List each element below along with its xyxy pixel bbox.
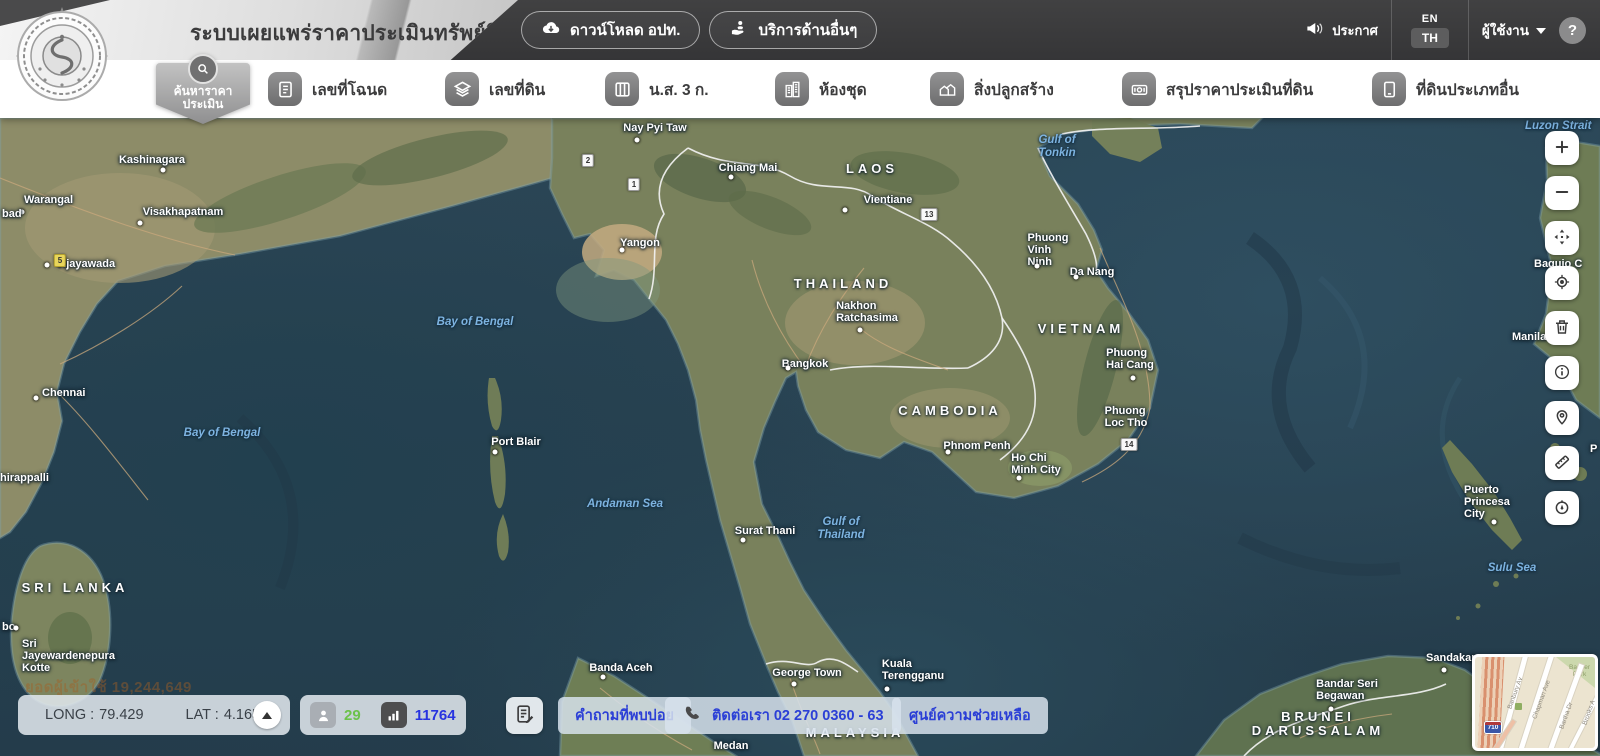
overview-minimap[interactable]: Banner Park Banbury Av Chapman Ave Barth… xyxy=(1472,654,1598,751)
houses-icon xyxy=(930,72,964,106)
zoom-out-icon xyxy=(1553,183,1571,204)
language-switcher: EN TH xyxy=(1405,13,1455,48)
marker-button[interactable] xyxy=(1545,401,1579,435)
megaphone-icon xyxy=(1305,19,1324,41)
treasury-department-seal xyxy=(12,6,112,106)
compass-button[interactable] xyxy=(1545,491,1579,525)
longitude-value: 79.429 xyxy=(99,707,143,723)
measure-button[interactable] xyxy=(1545,446,1579,480)
zoom-in-icon xyxy=(1553,138,1571,159)
locate-button[interactable] xyxy=(1545,266,1579,300)
service-hand-icon xyxy=(729,18,749,42)
zoom-out-button[interactable] xyxy=(1545,176,1579,210)
download-local-gov-button[interactable]: ดาวน์โหลด อปท. xyxy=(521,11,700,49)
coordinates-panel: LONG : 79.429 LAT : 4.165 xyxy=(18,695,290,735)
minimap-road-label: Brooks A xyxy=(1581,699,1596,726)
layers-icon xyxy=(445,72,479,106)
nav-item-ns3k[interactable]: น.ส. 3 ก. xyxy=(605,72,709,106)
measure-icon xyxy=(1553,453,1571,474)
online-users-icon xyxy=(310,702,336,728)
chevron-down-icon xyxy=(1536,28,1546,34)
search-badge-label: ค้นหาราคา ประเมิน xyxy=(156,85,250,111)
triangle-up-icon xyxy=(262,712,272,719)
announcements-button[interactable]: ประกาศ xyxy=(1305,19,1378,41)
visits-count: 11764 xyxy=(415,707,456,724)
pan-icon xyxy=(1553,228,1571,249)
app-window: LAOSTHAILANDVIETNAMCAMBODIASRI LANKAMALA… xyxy=(0,0,1600,756)
latitude-label: LAT : xyxy=(186,707,219,723)
info-button[interactable] xyxy=(1545,356,1579,390)
delete-button[interactable] xyxy=(1545,311,1579,345)
survey-button[interactable] xyxy=(506,697,543,734)
nav-item-land-no[interactable]: เลขที่ดิน xyxy=(445,72,545,106)
search-icon xyxy=(188,54,218,84)
deed-document-icon xyxy=(268,72,302,106)
lang-en-button[interactable]: EN xyxy=(1422,13,1438,25)
longitude-label: LONG : xyxy=(45,707,94,723)
other-services-button[interactable]: บริการด้านอื่นๆ xyxy=(709,11,877,49)
pan-button[interactable] xyxy=(1545,221,1579,255)
map-controls xyxy=(1545,131,1579,525)
map-canvas[interactable]: LAOSTHAILANDVIETNAMCAMBODIASRI LANKAMALA… xyxy=(0,118,1600,756)
nav-item-building[interactable]: สิ่งปลูกสร้าง xyxy=(930,72,1054,106)
header-divider xyxy=(1468,0,1469,60)
lang-th-button[interactable]: TH xyxy=(1411,28,1449,48)
marker-icon xyxy=(1553,408,1571,429)
app-title: ระบบเผยแพร่ราคาประเมินทรัพย์สิน xyxy=(190,17,513,50)
header-divider xyxy=(1391,0,1392,60)
nav-item-other-land[interactable]: ที่ดินประเภทอื่น xyxy=(1372,72,1519,106)
contact-us-button[interactable]: ติดต่อเรา 02 270 0360 - 63 xyxy=(665,697,901,734)
land-grid-icon xyxy=(605,72,639,106)
help-button[interactable]: ? xyxy=(1559,17,1586,44)
search-assessment-badge[interactable]: ค้นหาราคา ประเมิน xyxy=(156,54,250,124)
header-bar: ระบบเผยแพร่ราคาประเมินทรัพย์สิน ดาวน์โหล… xyxy=(0,0,1600,60)
compass-icon xyxy=(1553,498,1571,519)
info-icon xyxy=(1553,363,1571,384)
map-landmass xyxy=(0,118,1600,756)
expand-panel-button[interactable] xyxy=(253,701,281,729)
nav-item-condo[interactable]: ห้องชุด xyxy=(775,72,867,106)
nav-item-summary[interactable]: สรุปราคาประเมินที่ดิน xyxy=(1122,72,1313,106)
phone-icon xyxy=(682,704,702,728)
minimap-marker xyxy=(1515,703,1522,710)
online-users-count: 29 xyxy=(344,707,361,724)
money-icon xyxy=(1122,72,1156,106)
delete-icon xyxy=(1553,318,1571,339)
locate-icon xyxy=(1553,273,1571,294)
condo-building-icon xyxy=(775,72,809,106)
tablet-icon xyxy=(1372,72,1406,106)
visitor-stats-panel: 29 11764 xyxy=(300,695,466,735)
visits-chart-icon xyxy=(381,702,407,728)
cloud-download-icon xyxy=(541,18,561,42)
help-center-button[interactable]: ศูนย์ความช่วยเหลือ xyxy=(892,697,1048,734)
minimap-interstate-shield: 710 xyxy=(1484,721,1502,734)
zoom-in-button[interactable] xyxy=(1545,131,1579,165)
clipboard-pencil-icon xyxy=(514,703,536,728)
user-menu[interactable]: ผู้ใช้งาน xyxy=(1482,19,1546,41)
nav-item-chanote[interactable]: เลขที่โฉนด xyxy=(268,72,387,106)
